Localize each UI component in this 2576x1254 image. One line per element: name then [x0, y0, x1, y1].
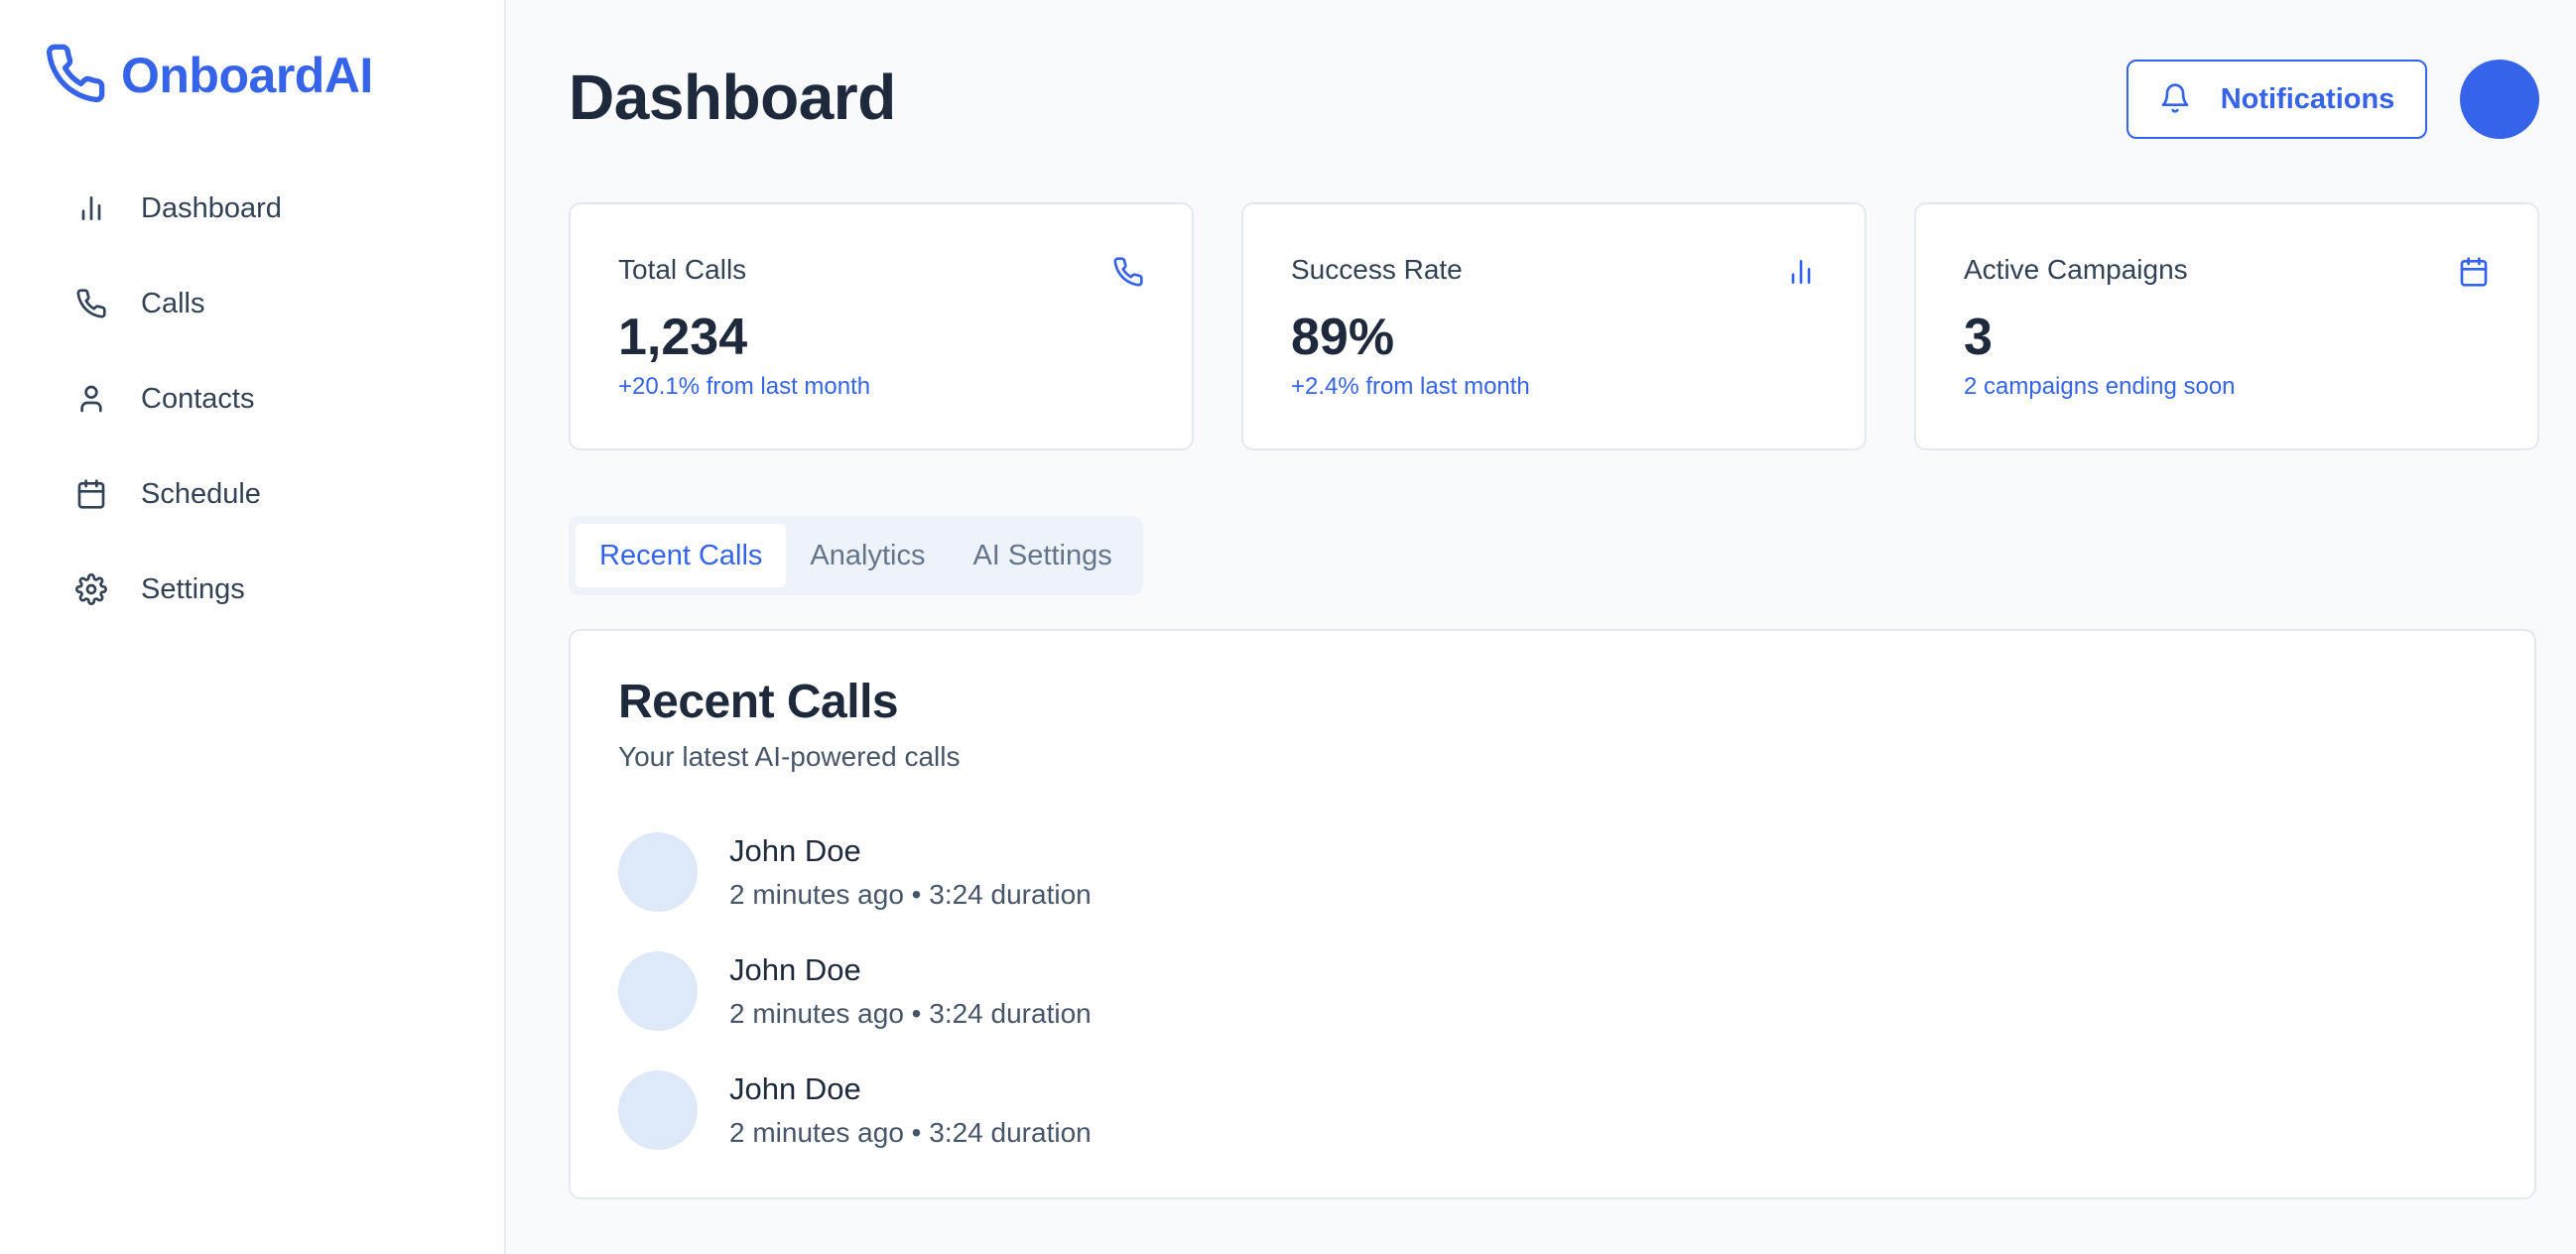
recent-calls-panel: Recent Calls Your latest AI-powered call…	[569, 629, 2536, 1199]
sidebar-item-dashboard[interactable]: Dashboard	[0, 161, 504, 256]
notifications-label: Notifications	[2220, 82, 2395, 115]
brand-logo[interactable]: OnboardAI	[0, 44, 504, 107]
gear-icon	[75, 573, 107, 605]
list-item[interactable]: John Doe 2 minutes ago • 3:24 duration	[618, 1051, 2487, 1170]
top-actions: Notifications	[2126, 60, 2539, 139]
tab-ai-settings[interactable]: AI Settings	[949, 524, 1135, 587]
tab-recent-calls[interactable]: Recent Calls	[576, 524, 787, 587]
contact-name: John Doe	[729, 952, 861, 987]
sidebar-item-label: Schedule	[141, 477, 261, 510]
sidebar-nav: Dashboard Calls Contacts Schedule Settin…	[0, 161, 504, 637]
panel-subtitle: Your latest AI-powered calls	[618, 741, 961, 772]
call-meta: 2 minutes ago • 3:24 duration	[729, 998, 1092, 1029]
stat-title: Success Rate	[1291, 254, 1463, 285]
sidebar: OnboardAI Dashboard Calls Contacts Sched…	[0, 0, 506, 1254]
call-meta: 2 minutes ago • 3:24 duration	[729, 1117, 1092, 1148]
list-item[interactable]: John Doe 2 minutes ago • 3:24 duration	[618, 813, 2487, 932]
sidebar-item-settings[interactable]: Settings	[0, 542, 504, 637]
main-content: Dashboard Notifications Total Calls 1,23…	[506, 0, 2576, 1254]
stat-subtext: +2.4% from last month	[1291, 373, 1530, 400]
contact-name: John Doe	[729, 1071, 861, 1106]
tab-analytics[interactable]: Analytics	[786, 524, 949, 587]
contact-avatar	[618, 951, 698, 1031]
list-item[interactable]: John Doe 2 minutes ago • 3:24 duration	[618, 932, 2487, 1051]
stat-cards: Total Calls 1,234 +20.1% from last month…	[569, 202, 2539, 450]
call-meta: 2 minutes ago • 3:24 duration	[729, 879, 1092, 910]
sidebar-item-label: Calls	[141, 287, 205, 319]
stat-value: 3	[1964, 309, 1993, 366]
call-list: John Doe 2 minutes ago • 3:24 duration J…	[618, 813, 2487, 1170]
sidebar-item-label: Contacts	[141, 382, 255, 415]
bar-chart-icon	[75, 192, 107, 224]
sidebar-item-contacts[interactable]: Contacts	[0, 351, 504, 446]
contact-name: John Doe	[729, 833, 861, 868]
user-icon	[75, 383, 107, 415]
sidebar-item-label: Dashboard	[141, 191, 282, 224]
brand-name: OnboardAI	[121, 48, 373, 103]
stat-card-total-calls: Total Calls 1,234 +20.1% from last month	[569, 202, 1194, 450]
stat-card-success-rate: Success Rate 89% +2.4% from last month	[1241, 202, 1867, 450]
user-avatar[interactable]	[2460, 60, 2539, 139]
top-bar: Dashboard Notifications	[569, 0, 2539, 198]
panel-title: Recent Calls	[618, 676, 899, 728]
contact-avatar	[618, 832, 698, 912]
stat-subtext: +20.1% from last month	[618, 373, 871, 400]
page-title: Dashboard	[569, 62, 896, 133]
phone-logo-icon	[44, 42, 107, 110]
stat-title: Active Campaigns	[1964, 254, 2188, 285]
tab-bar: Recent Calls Analytics AI Settings	[569, 516, 1143, 595]
stat-subtext: 2 campaigns ending soon	[1964, 373, 2236, 400]
calendar-icon	[2458, 256, 2490, 288]
phone-icon	[75, 288, 107, 319]
stat-title: Total Calls	[618, 254, 747, 285]
sidebar-item-calls[interactable]: Calls	[0, 256, 504, 351]
sidebar-item-label: Settings	[141, 572, 245, 605]
phone-icon	[1112, 256, 1144, 288]
bar-chart-icon	[1785, 256, 1817, 288]
contact-avatar	[618, 1070, 698, 1150]
bell-icon	[2159, 82, 2191, 117]
stat-value: 89%	[1291, 309, 1395, 366]
sidebar-item-schedule[interactable]: Schedule	[0, 446, 504, 542]
stat-card-active-campaigns: Active Campaigns 3 2 campaigns ending so…	[1914, 202, 2539, 450]
calendar-icon	[75, 478, 107, 510]
stat-value: 1,234	[618, 309, 748, 366]
notifications-button[interactable]: Notifications	[2126, 60, 2427, 139]
